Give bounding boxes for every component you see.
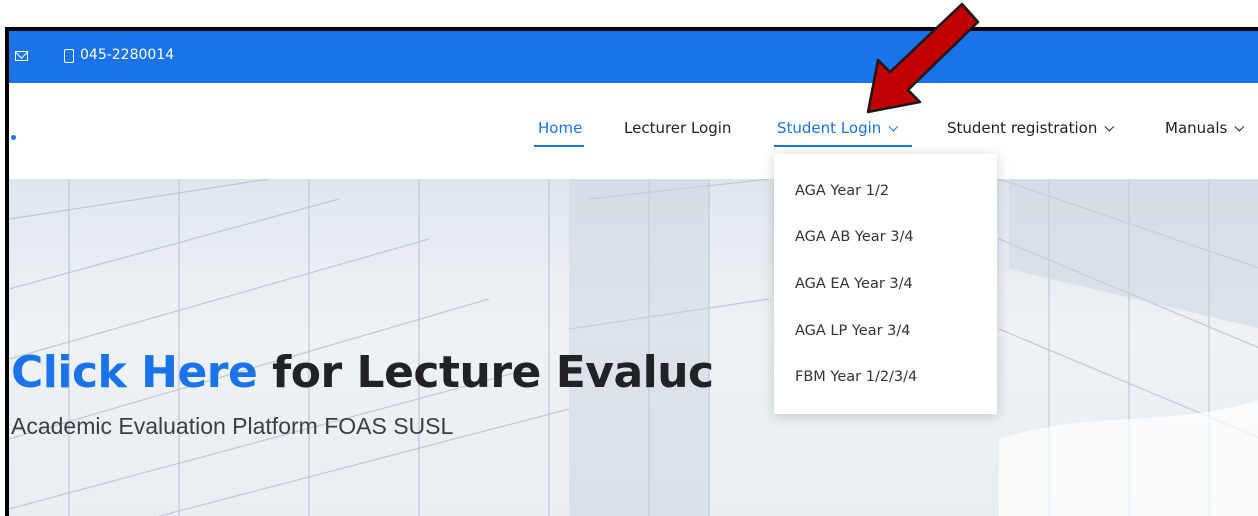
student-login-dropdown: AGA Year 1/2 AGA AB Year 3/4 AGA EA Year… [774, 154, 997, 414]
main-navbar: Home Lecturer Login Student Login Studen… [9, 83, 1258, 179]
chevron-down-icon [888, 121, 899, 132]
hero-title[interactable]: Click Here for Lecture Evaluc [11, 347, 714, 398]
mail-icon[interactable] [15, 51, 28, 61]
hero-subtitle: Academic Evaluation Platform FOAS SUSL [11, 413, 454, 439]
dropdown-item[interactable]: FBM Year 1/2/3/4 [795, 369, 917, 385]
nav-lecturer-login-label: Lecturer Login [624, 119, 732, 137]
nav-manuals[interactable]: Manuals [1165, 119, 1245, 137]
nav-home-label: Home [538, 119, 583, 137]
nav-home-underline [534, 145, 584, 147]
nav-student-login-label: Student Login [777, 119, 882, 137]
top-contact-bar: 045-2280014 [9, 31, 1258, 83]
nav-student-registration-label: Student registration [947, 119, 1098, 137]
hero-title-link[interactable]: Click Here [11, 347, 258, 398]
nav-student-login-underline [774, 145, 912, 147]
dropdown-item[interactable]: AGA EA Year 3/4 [795, 276, 913, 292]
hero-banner[interactable]: Click Here for Lecture Evaluc Academic E… [9, 179, 1258, 516]
nav-student-registration[interactable]: Student registration [947, 119, 1115, 137]
dropdown-item[interactable]: AGA Year 1/2 [795, 183, 889, 199]
nav-home[interactable]: Home [538, 119, 582, 137]
chevron-down-icon [1104, 121, 1115, 132]
nav-manuals-label: Manuals [1165, 119, 1228, 137]
hero-title-rest: for Lecture Evaluc [257, 347, 714, 398]
logo-dot [11, 135, 16, 140]
browser-frame: 045-2280014 Home Lecturer Login Student … [5, 27, 1258, 516]
phone-number[interactable]: 045-2280014 [80, 47, 174, 63]
dropdown-item[interactable]: AGA LP Year 3/4 [795, 323, 911, 339]
dropdown-item[interactable]: AGA AB Year 3/4 [795, 229, 914, 245]
phone-icon [64, 49, 74, 63]
red-annotation-arrow-icon [866, 2, 980, 114]
chevron-down-icon [1234, 121, 1245, 132]
nav-lecturer-login[interactable]: Lecturer Login [624, 119, 731, 137]
nav-student-login[interactable]: Student Login [777, 119, 899, 137]
